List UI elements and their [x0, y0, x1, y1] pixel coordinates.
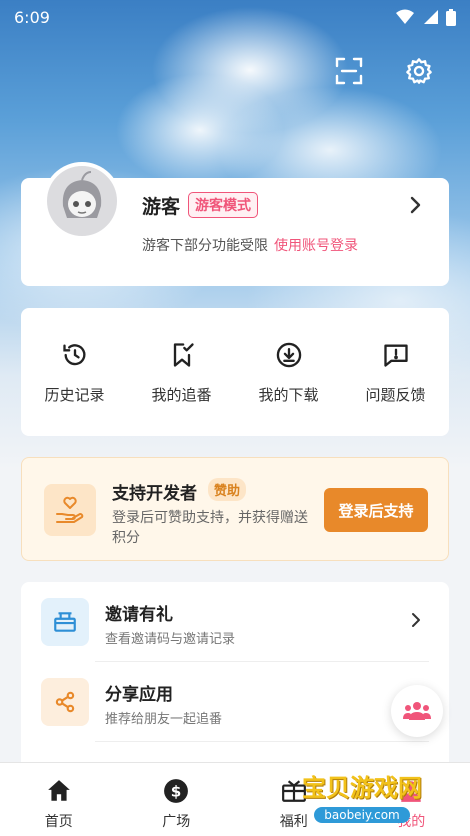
limit-message: 游客下部分功能受限	[142, 238, 268, 254]
quick-action-label: 历史记录	[44, 386, 105, 404]
profile-card[interactable]: 游客 游客模式 游客下部分功能受限 使用账号登录	[21, 162, 449, 286]
menu-item-subtitle: 查看邀请码与邀请记录	[105, 632, 236, 647]
tab-square[interactable]: $ 广场	[118, 763, 236, 836]
tab-home[interactable]: 首页	[0, 763, 118, 836]
history-icon	[60, 340, 90, 370]
scan-button[interactable]	[334, 56, 364, 86]
settings-button[interactable]	[404, 56, 434, 86]
heart-hand-icon	[44, 484, 96, 536]
divider	[95, 741, 429, 742]
quick-action-label: 我的下载	[258, 386, 319, 404]
bookmark-check-icon	[167, 340, 197, 370]
dollar-icon: $	[162, 777, 190, 805]
signal-icon	[424, 10, 438, 24]
chevron-right-icon[interactable]	[409, 196, 421, 218]
home-icon	[45, 777, 73, 805]
feedback-icon	[381, 340, 411, 370]
menu-item-subtitle: 推荐给朋友一起追番	[105, 712, 223, 727]
scan-icon	[335, 57, 363, 85]
wifi-icon	[396, 9, 414, 24]
gear-icon	[406, 58, 432, 84]
quick-action-downloads[interactable]: 我的下载	[235, 308, 342, 436]
guest-limit-text: 游客下部分功能受限 使用账号登录	[142, 235, 358, 255]
menu-item-invite[interactable]: 邀请有礼 查看邀请码与邀请记录	[21, 582, 449, 662]
username: 游客	[142, 196, 181, 218]
system-indicators	[396, 8, 456, 26]
quick-action-following[interactable]: 我的追番	[128, 308, 235, 436]
download-icon	[274, 340, 304, 370]
watermark-url: baobeiy.com	[314, 807, 410, 823]
quick-action-label: 问题反馈	[365, 386, 426, 404]
header-actions	[334, 56, 434, 86]
quick-action-label: 我的追番	[151, 386, 212, 404]
watermark-title: 宝贝游戏网	[302, 774, 422, 802]
site-watermark: 宝贝游戏网 baobeiy.com	[282, 748, 442, 830]
support-title: 支持开发者	[112, 484, 197, 504]
avatar[interactable]	[43, 162, 121, 240]
guest-mode-badge: 游客模式	[188, 192, 258, 218]
tab-label: 广场	[162, 814, 191, 830]
menu-item-title: 分享应用	[105, 685, 173, 705]
status-time: 6:09	[14, 7, 50, 27]
chevron-right-icon	[411, 612, 421, 632]
battery-icon	[446, 8, 456, 26]
tab-label: 首页	[44, 814, 73, 830]
status-bar: 6:09	[0, 0, 470, 34]
group-icon	[403, 702, 431, 720]
share-icon	[41, 678, 89, 726]
login-to-support-button[interactable]: 登录后支持	[324, 488, 428, 532]
support-description: 登录后可赞助支持，并获得赠送积分	[112, 510, 308, 546]
svg-text:$: $	[171, 782, 182, 800]
sponsor-tag: 赞助	[208, 478, 247, 501]
gift-icon	[41, 598, 89, 646]
quick-actions: 历史记录 我的追番 我的下载 问题反馈	[21, 308, 449, 436]
avatar-character-icon	[47, 166, 117, 236]
support-developer-card: 支持开发者 赞助 登录后可赞助支持，并获得赠送积分 登录后支持	[21, 457, 449, 561]
login-link[interactable]: 使用账号登录	[274, 238, 358, 254]
menu-item-title: 邀请有礼	[105, 605, 173, 625]
community-fab[interactable]	[391, 685, 443, 737]
quick-action-history[interactable]: 历史记录	[21, 308, 128, 436]
quick-action-feedback[interactable]: 问题反馈	[342, 308, 449, 436]
menu-item-share[interactable]: 分享应用 推荐给朋友一起追番	[21, 662, 449, 742]
